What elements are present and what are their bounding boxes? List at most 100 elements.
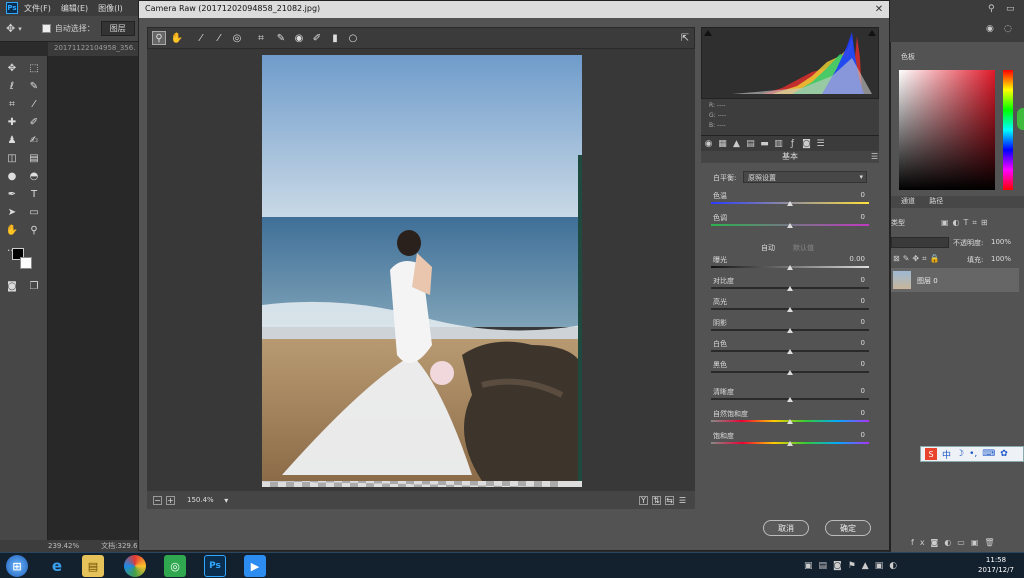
- background-color-swatch[interactable]: [20, 257, 32, 269]
- radial-filter-icon[interactable]: ○: [346, 31, 360, 45]
- auto-select-checkbox[interactable]: [41, 24, 51, 33]
- lock-icons[interactable]: ⊠✎✥⌗🔒: [893, 254, 943, 264]
- ie-icon[interactable]: e: [46, 555, 68, 577]
- slider-value[interactable]: 0: [861, 339, 865, 347]
- slider-thumb[interactable]: [787, 349, 793, 354]
- eyedropper-tool-icon[interactable]: ⁄: [26, 96, 42, 112]
- basic-tab-icon[interactable]: ◉: [703, 138, 714, 149]
- slider-thumb[interactable]: [787, 307, 793, 312]
- shadow-clip-icon[interactable]: [704, 30, 712, 36]
- workspace-icon[interactable]: ▭: [1006, 4, 1018, 14]
- move-tool-icon[interactable]: ✥: [4, 60, 20, 76]
- white-balance-icon[interactable]: ⁄: [194, 31, 208, 45]
- lens-icon[interactable]: ▥: [773, 138, 784, 149]
- opacity-value[interactable]: 100%: [991, 238, 1011, 246]
- shape-tool-icon[interactable]: ▭: [26, 204, 42, 220]
- highlight-clip-icon[interactable]: [868, 30, 876, 36]
- history-brush-icon[interactable]: ✍: [26, 132, 42, 148]
- clock-date[interactable]: 2017/12/7: [972, 566, 1020, 574]
- blend-mode-dropdown[interactable]: [891, 237, 949, 248]
- panel-menu-icon[interactable]: ☰: [871, 152, 878, 161]
- channels-tab[interactable]: 通道: [901, 197, 915, 205]
- wechat-icon[interactable]: ◎: [164, 555, 186, 577]
- close-icon[interactable]: ✕: [873, 3, 885, 15]
- slider-thumb[interactable]: [787, 441, 793, 446]
- zoom-tool-icon[interactable]: ⚲: [26, 222, 42, 238]
- ime-logo-icon[interactable]: S: [925, 448, 937, 460]
- quick-select-tool-icon[interactable]: ✎: [26, 78, 42, 94]
- slider-value[interactable]: 0: [861, 297, 865, 305]
- panel-tab2-icon[interactable]: ◌: [1004, 24, 1016, 34]
- before-after-icon[interactable]: Y: [639, 495, 648, 505]
- chrome-icon[interactable]: [124, 555, 146, 577]
- layer-name[interactable]: 图层 0: [917, 276, 938, 286]
- layer-row[interactable]: 图层 0: [891, 268, 1019, 292]
- slider-thumb[interactable]: [787, 223, 793, 228]
- hue-slider[interactable]: [1003, 70, 1013, 190]
- fx-icon[interactable]: ƒ: [787, 138, 798, 149]
- presets-icon[interactable]: ☰: [815, 138, 826, 149]
- cancel-button[interactable]: 取消: [763, 520, 809, 536]
- side-green-tab[interactable]: [1017, 108, 1024, 130]
- preview-toggle-icon[interactable]: ☰: [678, 496, 687, 505]
- menu-edit[interactable]: 编辑(E): [61, 3, 88, 14]
- zoom-out-icon[interactable]: −: [153, 495, 162, 505]
- split-toning-icon[interactable]: ▬: [759, 138, 770, 149]
- document-tab[interactable]: 20171122104958_356.: [48, 42, 140, 56]
- tool-preset-dropdown-icon[interactable]: ▾: [18, 25, 22, 33]
- auto-select-dropdown[interactable]: 图层: [100, 21, 135, 36]
- slider-value[interactable]: 0: [861, 276, 865, 284]
- slider-value[interactable]: 0.00: [849, 255, 865, 263]
- gradient-tool-icon[interactable]: ▤: [26, 150, 42, 166]
- start-button-icon[interactable]: ⊞: [6, 555, 28, 577]
- zoom-icon[interactable]: ⚲: [152, 31, 166, 45]
- swatches-tab[interactable]: 色板: [901, 52, 915, 62]
- healing-brush-icon[interactable]: ✚: [4, 114, 20, 130]
- panel-tab-icon[interactable]: ◉: [986, 24, 998, 34]
- explorer-icon[interactable]: ▤: [82, 555, 104, 577]
- brush-tool-icon[interactable]: ✐: [26, 114, 42, 130]
- slider-value[interactable]: 0: [861, 360, 865, 368]
- graduated-filter-icon[interactable]: ▮: [328, 31, 342, 45]
- slider-value[interactable]: 0: [861, 409, 865, 417]
- slider-thumb[interactable]: [787, 286, 793, 291]
- swap-icon[interactable]: ⇅: [652, 495, 661, 505]
- screen-mode-icon[interactable]: ❐: [26, 278, 42, 294]
- default-button[interactable]: 默认值: [793, 243, 814, 253]
- slider-thumb[interactable]: [787, 201, 793, 206]
- tray-icons[interactable]: ▣▤◙⚑▲▣◐: [804, 561, 903, 571]
- ime-language[interactable]: 中: [942, 448, 951, 461]
- type-tool-icon[interactable]: T: [26, 186, 42, 202]
- slider-thumb[interactable]: [787, 397, 793, 402]
- path-select-icon[interactable]: ➤: [4, 204, 20, 220]
- targeted-adjust-icon[interactable]: ◎: [230, 31, 244, 45]
- color-picker-field[interactable]: [899, 70, 995, 190]
- chevron-down-icon[interactable]: ▾: [222, 496, 231, 505]
- red-eye-icon[interactable]: ◉: [292, 31, 306, 45]
- slider-value[interactable]: 0: [861, 191, 865, 199]
- menu-file[interactable]: 文件(F): [24, 3, 51, 14]
- blur-tool-icon[interactable]: ●: [4, 168, 20, 184]
- ime-punct-icon[interactable]: •,: [969, 449, 977, 459]
- slider-thumb[interactable]: [787, 370, 793, 375]
- slider-value[interactable]: 0: [861, 213, 865, 221]
- ime-moon-icon[interactable]: ☽: [956, 449, 964, 459]
- hand-icon[interactable]: ✋: [170, 31, 184, 45]
- layer-kind-label[interactable]: 类型: [891, 218, 905, 228]
- layer-footer-icons[interactable]: fx◙◐▭▣🗑: [911, 538, 1001, 547]
- zoom-in-icon[interactable]: +: [166, 495, 175, 505]
- ok-button[interactable]: 确定: [825, 520, 871, 536]
- ime-skin-icon[interactable]: ✿: [1000, 449, 1008, 459]
- copy-settings-icon[interactable]: ⇆: [665, 495, 674, 505]
- marquee-tool-icon[interactable]: ⬚: [26, 60, 42, 76]
- fill-value[interactable]: 100%: [991, 255, 1011, 263]
- spot-removal-icon[interactable]: ✎: [274, 31, 288, 45]
- slider-thumb[interactable]: [787, 265, 793, 270]
- clock-time[interactable]: 11:58: [976, 556, 1016, 564]
- slider-thumb[interactable]: [787, 328, 793, 333]
- stamp-tool-icon[interactable]: ♟: [4, 132, 20, 148]
- pen-tool-icon[interactable]: ✒: [4, 186, 20, 202]
- tone-curve-icon[interactable]: ▦: [717, 138, 728, 149]
- paths-tab[interactable]: 路径: [929, 197, 943, 205]
- lasso-tool-icon[interactable]: ℓ: [4, 78, 20, 94]
